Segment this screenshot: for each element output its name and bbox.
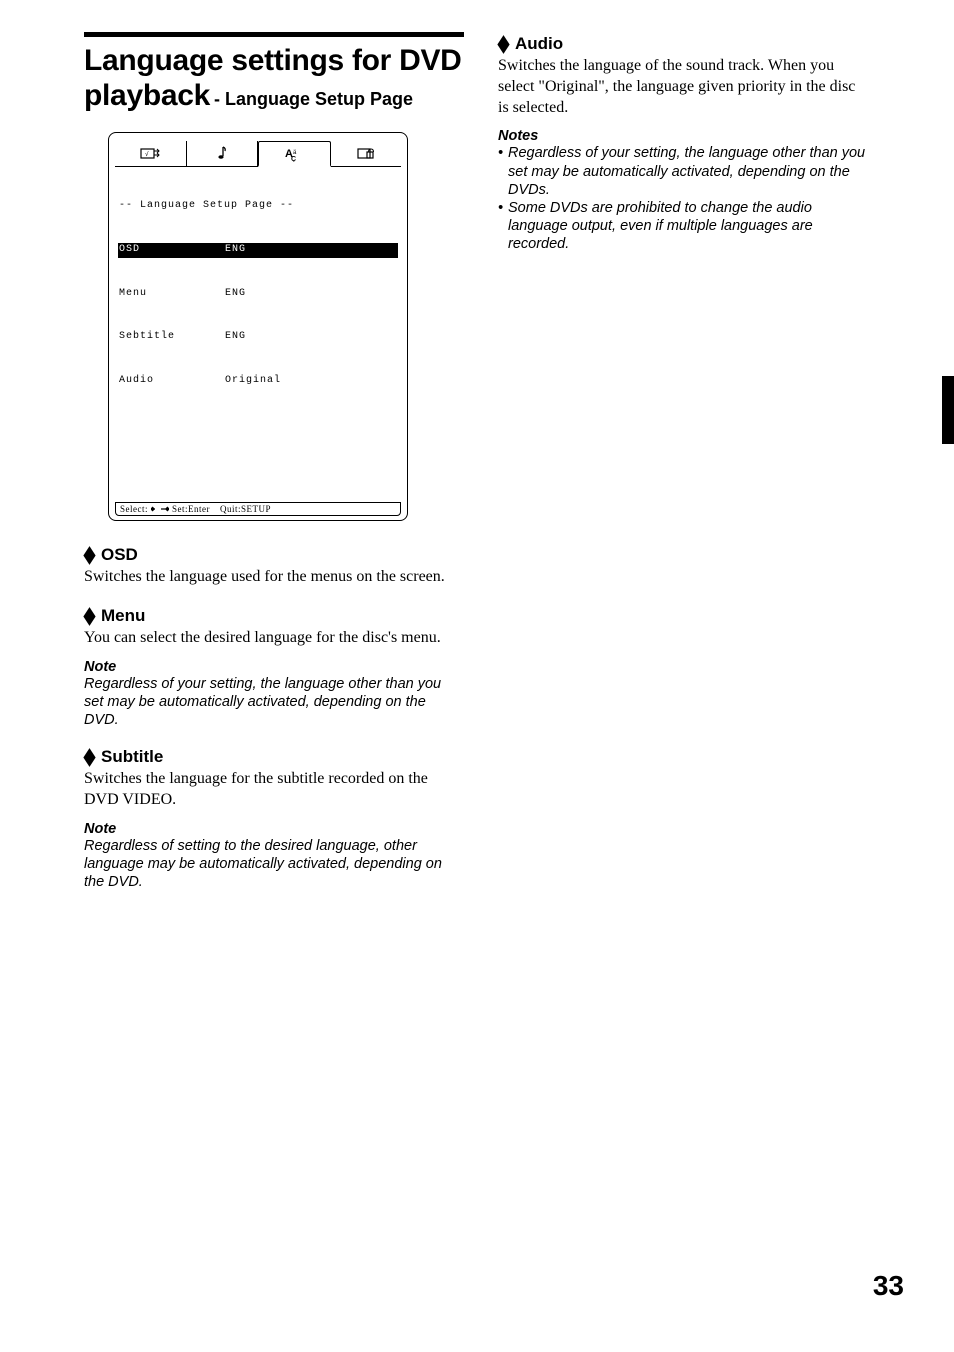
osd-footer: Select: Set:Enter Quit:SETUP: [115, 502, 401, 516]
diamond-icon: [83, 546, 95, 565]
osd-row-osd: OSDENG: [118, 243, 398, 258]
osd-footer-quit: Quit:SETUP: [220, 504, 271, 514]
language-icon: AäÇ: [258, 141, 331, 168]
svg-text:√: √: [145, 151, 149, 158]
section-body-menu: You can select the desired language for …: [84, 628, 464, 649]
section-body-subtitle: Switches the language for the subtitle r…: [84, 769, 464, 811]
note-body-subtitle: Regardless of setting to the desired lan…: [84, 837, 464, 891]
section-heading-subtitle: Subtitle: [101, 747, 163, 767]
note-item: Some DVDs are prohibited to change the a…: [498, 199, 870, 253]
section-body-audio: Switches the language of the sound track…: [498, 56, 870, 118]
notes-heading: Notes: [498, 128, 870, 144]
diamond-icon: [497, 35, 509, 54]
osd-footer-set: Set:Enter: [172, 504, 210, 514]
arrows-lr-icon: [151, 505, 169, 513]
setup-screenshot: √ AäÇ -- Language Setup Page -- OSDENG: [108, 132, 408, 522]
osd-footer-select: Select:: [120, 504, 148, 514]
lock-icon: [331, 141, 402, 166]
note-item: Regardless of your setting, the language…: [498, 144, 870, 198]
video-out-icon: √: [115, 141, 187, 166]
page-title: Language settings for DVD playback - Lan…: [84, 43, 464, 114]
side-tab-marker: [942, 376, 954, 444]
osd-tab-row: √ AäÇ: [115, 141, 401, 167]
section-heading-audio: Audio: [515, 34, 563, 54]
title-sub: - Language Setup Page: [214, 89, 413, 109]
note-body-menu: Regardless of your setting, the language…: [84, 675, 464, 729]
section-heading-osd: OSD: [101, 545, 138, 565]
section-heading-menu: Menu: [101, 606, 145, 626]
osd-row-menu: MenuENG: [119, 287, 397, 302]
section-body-osd: Switches the language used for the menus…: [84, 567, 464, 588]
diamond-icon: [83, 607, 95, 626]
osd-row-subtitle: SebtitleENG: [119, 330, 397, 345]
osd-row-audio: AudioOriginal: [119, 374, 397, 389]
diamond-icon: [83, 748, 95, 767]
note-heading: Note: [84, 821, 464, 837]
osd-page-title: -- Language Setup Page --: [119, 198, 397, 215]
notes-list-audio: Regardless of your setting, the language…: [498, 144, 870, 253]
note-heading: Note: [84, 659, 464, 675]
page-number: 33: [873, 1270, 904, 1302]
music-note-icon: [187, 141, 259, 166]
svg-text:Ç: Ç: [291, 156, 296, 162]
